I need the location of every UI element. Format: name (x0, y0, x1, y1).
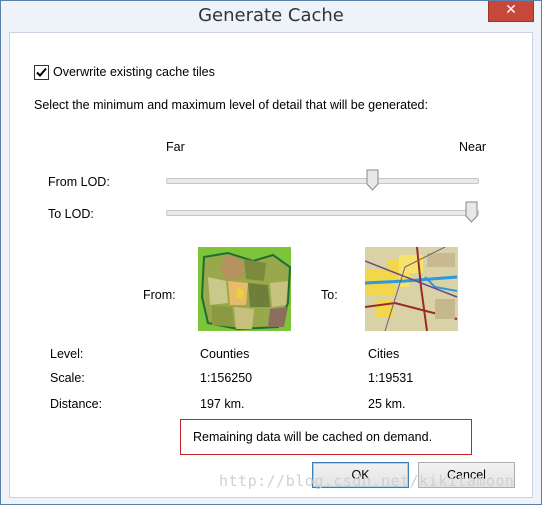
to-lod-track[interactable] (166, 210, 479, 216)
to-preview-label: To: (321, 288, 338, 302)
watermark: http://blog.csdn.net/kikitamoon (219, 472, 515, 490)
cache-message-text: Remaining data will be cached on demand. (193, 430, 433, 444)
from-preview-label: From: (143, 288, 176, 302)
to-level-value: Cities (368, 347, 400, 361)
to-scale-value: 1:19531 (368, 371, 414, 385)
generate-cache-dialog: Generate Cache ✕ Overwrite existing cach… (0, 0, 542, 505)
cache-message-box: Remaining data will be cached on demand. (180, 419, 472, 455)
close-button[interactable]: ✕ (488, 1, 534, 22)
title-bar[interactable]: Generate Cache ✕ (1, 1, 541, 31)
dialog-title: Generate Cache (198, 5, 344, 26)
level-label: Level: (50, 347, 84, 361)
from-scale-value: 1:156250 (200, 371, 253, 385)
to-lod-slider-thumb[interactable] (465, 201, 478, 223)
to-distance-value: 25 km. (368, 397, 406, 411)
from-lod-slider-thumb[interactable] (366, 169, 379, 191)
instruction-text: Select the minimum and maximum level of … (34, 98, 428, 112)
from-lod-label: From LOD: (48, 175, 110, 189)
from-lod-track[interactable] (166, 178, 479, 184)
scale-label: Scale: (50, 371, 85, 385)
overwrite-label[interactable]: Overwrite existing cache tiles (53, 65, 215, 79)
dialog-body: Overwrite existing cache tiles Select th… (9, 32, 533, 498)
overwrite-checkbox[interactable] (34, 65, 49, 80)
counties-map-thumbnail (198, 247, 291, 331)
checkmark-icon (36, 67, 47, 77)
distance-label: Distance: (50, 397, 103, 411)
from-distance-value: 197 km. (200, 397, 245, 411)
to-lod-label: To LOD: (48, 207, 94, 221)
from-level-value: Counties (200, 347, 250, 361)
cities-map-thumbnail (365, 247, 458, 331)
far-label: Far (166, 140, 185, 154)
near-label: Near (459, 140, 487, 154)
close-icon: ✕ (505, 2, 517, 18)
